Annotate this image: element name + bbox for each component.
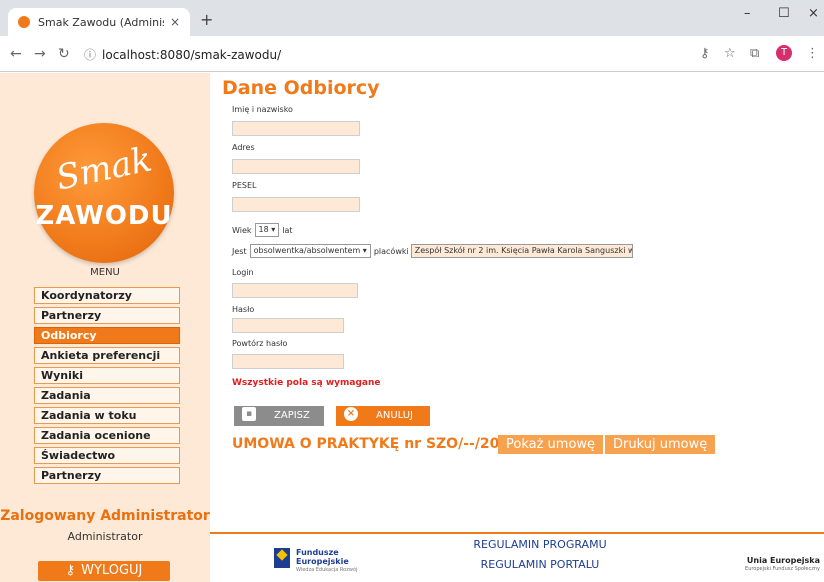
logo-line1: Smak [52, 139, 156, 199]
browser-tab-strip: Smak Zawodu (Administrator) × + – ☐ × [0, 0, 824, 36]
status-select[interactable]: obsolwentka/absolwentem ▾ [249, 244, 371, 258]
logout-button[interactable]: ⚷ WYLOGUJ [38, 561, 170, 581]
menu-title: MENU [90, 267, 120, 278]
sidebar-item-ankieta[interactable]: Ankieta preferencji [34, 347, 180, 364]
sidebar-item-zadania[interactable]: Zadania [34, 387, 180, 404]
school-input[interactable]: Zespół Szkół nr 2 im. Księcia Pawła Karo… [410, 244, 633, 258]
tab-close-icon[interactable]: × [170, 15, 180, 29]
minimize-button[interactable]: – [744, 6, 751, 21]
is-label: Jest [232, 246, 247, 256]
show-contract-button[interactable]: Pokaż umowę [498, 435, 604, 454]
floppy-icon: ▪ [242, 407, 256, 421]
sidebar-item-zadania-w-toku[interactable]: Zadania w toku [34, 407, 180, 424]
status-row: Jest obsolwentka/absolwentem ▾ placówki … [232, 244, 633, 258]
age-unit: lat [282, 225, 293, 235]
logo-line2: ZAWODU [35, 201, 173, 231]
address-input[interactable] [232, 159, 360, 174]
age-select[interactable]: 18 ▾ [254, 223, 280, 237]
cancel-button[interactable]: × ANULUJ [336, 406, 430, 426]
print-contract-button[interactable]: Drukuj umowę [605, 435, 716, 454]
sidebar-item-partnerzy[interactable]: Partnerzy [34, 307, 180, 324]
regulamin-portalu-link[interactable]: REGULAMIN PORTALU [460, 558, 620, 571]
sidebar-item-zadania-ocenione[interactable]: Zadania ocenione [34, 427, 180, 444]
sidebar-item-partnerzy-2[interactable]: Partnerzy [34, 467, 180, 484]
close-circle-icon: × [344, 407, 358, 421]
regulamin-programu-link[interactable]: REGULAMIN PROGRAMU [460, 538, 620, 551]
cancel-label: ANULUJ [376, 410, 413, 421]
footer: Fundusze Europejskie Wiedza Edukacja Roz… [210, 532, 824, 582]
new-tab-button[interactable]: + [200, 10, 213, 29]
address-bar-row: ← → ↻ ⓘ localhost:8080/smak-zawodu/ ⚷ ☆ ⧉… [0, 36, 824, 72]
logged-in-label: Zalogowany Administrator [0, 508, 210, 524]
maximize-button[interactable]: ☐ [778, 6, 790, 21]
info-icon: ⓘ [84, 48, 97, 62]
login-label: Login [232, 268, 254, 277]
login-input[interactable] [232, 283, 358, 298]
forward-icon[interactable]: → [34, 46, 46, 62]
profile-avatar[interactable]: T [776, 45, 792, 61]
password-label: Hasło [232, 305, 255, 314]
reload-icon[interactable]: ↻ [58, 46, 70, 62]
password-repeat-input[interactable] [232, 354, 344, 369]
favicon-icon [18, 16, 30, 28]
contract-title: UMOWA O PRAKTYKĘ nr SZO/--/2019 [232, 436, 519, 452]
user-name: Administrator [67, 530, 143, 543]
age-label: Wiek [232, 225, 252, 235]
age-row: Wiek 18 ▾ lat [232, 223, 293, 237]
address-label: Adres [232, 143, 255, 152]
name-input[interactable] [232, 121, 360, 136]
school-label: placówki [373, 246, 409, 256]
eu-funds-logo-icon [274, 548, 290, 568]
key-icon: ⚷ [65, 563, 76, 578]
page-title: Dane Odbiorcy [222, 77, 380, 99]
tab-title: Smak Zawodu (Administrator) [38, 15, 164, 29]
bookmark-star-icon[interactable]: ☆ [724, 46, 736, 61]
pesel-input[interactable] [232, 197, 360, 212]
sidebar-item-wyniki[interactable]: Wyniki [34, 367, 180, 384]
key-icon[interactable]: ⚷ [700, 46, 710, 61]
pesel-label: PESEL [232, 181, 257, 190]
sidebar-item-odbiorcy[interactable]: Odbiorcy [34, 327, 180, 344]
browser-tab[interactable]: Smak Zawodu (Administrator) × [8, 8, 190, 36]
smak-zawodu-logo[interactable]: Smak ZAWODU [34, 123, 174, 263]
back-icon[interactable]: ← [10, 46, 22, 62]
close-window-button[interactable]: × [808, 6, 819, 21]
save-label: ZAPISZ [274, 410, 310, 421]
eu-funds-text: Fundusze Europejskie Wiedza Edukacja Roz… [296, 548, 358, 573]
extension-icon[interactable]: ⧉ [750, 46, 759, 61]
required-note: Wszystkie pola są wymagane [232, 378, 381, 388]
sidebar: Smak ZAWODU MENU Koordynatorzy Partnerzy… [0, 73, 210, 582]
menu-dots-icon[interactable]: ⋮ [806, 46, 819, 61]
password-repeat-label: Powtórz hasło [232, 339, 288, 348]
save-button[interactable]: ▪ ZAPISZ [234, 406, 324, 426]
url-field[interactable]: ⓘ localhost:8080/smak-zawodu/ [84, 46, 281, 63]
sidebar-item-koordynatorzy[interactable]: Koordynatorzy [34, 287, 180, 304]
name-label: Imię i nazwisko [232, 105, 293, 114]
sidebar-menu: Koordynatorzy Partnerzy Odbiorcy Ankieta… [34, 287, 180, 487]
logout-label: WYLOGUJ [81, 563, 143, 578]
eu-logo-text: Unia Europejska Europejski Fundusz Społe… [745, 556, 820, 572]
password-input[interactable] [232, 318, 344, 333]
sidebar-item-swiadectwo[interactable]: Świadectwo [34, 447, 180, 464]
